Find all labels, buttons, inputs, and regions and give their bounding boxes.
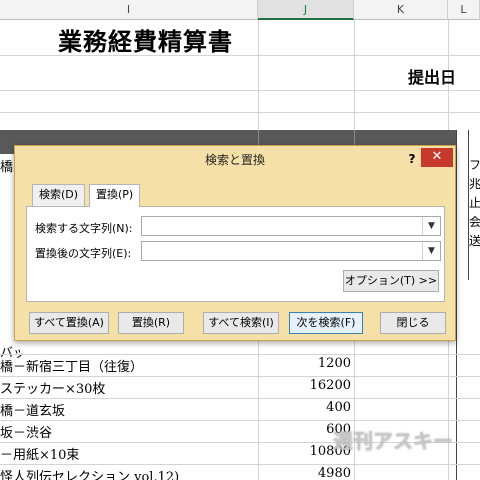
table-cell[interactable]: 橋－	[0, 156, 14, 175]
replace-all-button[interactable]: すべて置換(A)	[29, 312, 109, 334]
dialog-close-button[interactable]: 閉じる	[380, 312, 446, 334]
amount-cell[interactable]: 400	[259, 400, 351, 415]
description-cell[interactable]: 怪人列伝セレクション vol.12)	[0, 466, 256, 480]
find-next-button[interactable]: 次を検索(F)	[289, 312, 363, 334]
column-header-i[interactable]: I	[0, 0, 258, 20]
watermark-logo: 週刊アスキー	[333, 429, 453, 453]
right-column-char: フ	[469, 158, 480, 172]
find-all-button[interactable]: すべて検索(I)	[203, 312, 279, 334]
description-cell[interactable]: 橋－新宿三丁目（往復）	[0, 356, 256, 375]
column-header-l[interactable]: L	[448, 0, 480, 20]
dialog-title: 検索と置換	[204, 153, 265, 167]
right-column-char: 会	[469, 215, 480, 229]
table-row[interactable]: 橋－新宿三丁目（往復） 1200	[0, 355, 456, 376]
amount-cell[interactable]: 16200	[259, 378, 351, 393]
description-cell[interactable]: －用紙×10束	[0, 444, 256, 463]
table-row[interactable]: 橋－道玄坂 400	[0, 399, 456, 420]
column-header-j[interactable]: J	[258, 0, 354, 20]
submit-date-label: 提出日	[408, 68, 457, 87]
options-button[interactable]: オプション(T) >>	[343, 270, 439, 292]
right-column-char: 止	[469, 196, 480, 210]
right-column-partial: フ 兆 止 会 送	[469, 156, 480, 256]
table-row[interactable]: ステッカー×30枚 16200	[0, 377, 456, 398]
right-column-char: 兆	[469, 177, 480, 191]
description-cell[interactable]: 橋－道玄坂	[0, 400, 256, 419]
grid-line	[0, 112, 480, 113]
table-row[interactable]: 怪人列伝セレクション vol.12) 4980	[0, 465, 456, 480]
column-header-k[interactable]: K	[354, 0, 448, 20]
find-input[interactable]: ▼	[141, 216, 441, 236]
help-button[interactable]: ?	[403, 149, 421, 169]
find-label: 検索する文字列(N):	[35, 222, 133, 235]
description-cell[interactable]: 坂－渋谷	[0, 422, 256, 441]
close-icon[interactable]: ✕	[421, 148, 453, 167]
amount-cell[interactable]: 1200	[259, 356, 351, 371]
find-replace-dialog: 検索と置換 ? ✕ 検索(D) 置換(P) 検索する文字列(N): ▼ 置換後の…	[14, 145, 456, 341]
replace-button[interactable]: 置換(R)	[118, 312, 184, 334]
tab-replace[interactable]: 置換(P)	[89, 184, 141, 207]
grid-line	[0, 90, 480, 91]
replace-input[interactable]: ▼	[141, 241, 441, 261]
description-cell[interactable]: ステッカー×30枚	[0, 378, 256, 397]
amount-cell[interactable]: 4980	[259, 466, 351, 480]
tab-find[interactable]: 検索(D)	[32, 184, 86, 206]
chevron-down-icon[interactable]: ▼	[422, 217, 440, 235]
replace-tab-panel: 検索する文字列(N): ▼ 置換後の文字列(E): ▼ オプション(T) >>	[26, 206, 445, 302]
chevron-down-icon[interactable]: ▼	[422, 242, 440, 260]
sheet-title: 業務経費精算書	[58, 27, 233, 56]
right-column-char: 送	[469, 234, 480, 248]
column-header-bar: I J K L	[0, 0, 480, 20]
replace-label: 置換後の文字列(E):	[35, 247, 132, 260]
